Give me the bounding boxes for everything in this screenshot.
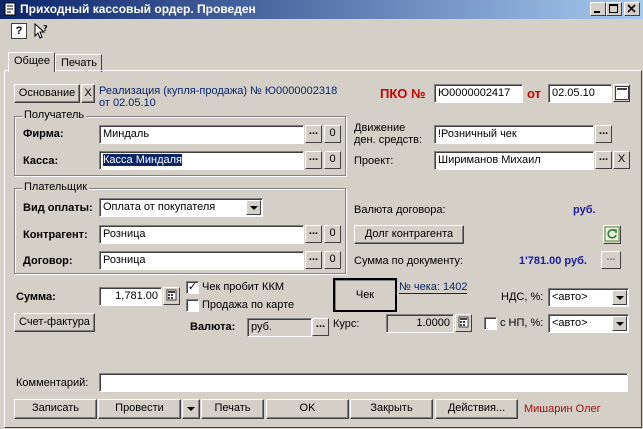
vat-label: НДС, %:	[501, 291, 544, 303]
check-kkm-label: Чек пробит ККМ	[202, 281, 285, 293]
date-label: от	[527, 86, 541, 101]
cash-open-button[interactable]: 0	[324, 151, 341, 169]
chevron-down-icon	[250, 206, 258, 210]
doc-sum-details-button[interactable]: ...	[601, 251, 621, 269]
cash-select-button[interactable]: ...	[305, 151, 322, 169]
contractor-debt-button[interactable]: Долг контрагента	[354, 225, 464, 244]
project-clear-button[interactable]: X	[613, 151, 630, 169]
refresh-button[interactable]	[603, 225, 621, 244]
save-button[interactable]: Записать	[14, 399, 97, 419]
np-dropdown-button[interactable]	[612, 316, 627, 331]
currency-select-button[interactable]: ...	[312, 318, 329, 336]
project-select-button[interactable]: ...	[595, 151, 612, 169]
contractor-open-button[interactable]: 0	[324, 225, 341, 243]
close-window-button[interactable]	[624, 2, 640, 16]
contractor-field[interactable]: Розница	[99, 225, 304, 244]
payment-type-select[interactable]: Оплата от покупателя	[99, 198, 263, 217]
basis-button[interactable]: Основание	[14, 84, 80, 103]
sum-label: Сумма:	[16, 291, 56, 303]
contract-label: Договор:	[23, 255, 73, 267]
doc-sum-value: 1'781.00 руб.	[519, 255, 587, 267]
pko-label: ПКО №	[380, 86, 426, 101]
post-menu-button[interactable]	[182, 399, 200, 419]
date-field[interactable]: 02.05.10	[548, 84, 612, 103]
contractor-select-button[interactable]: ...	[305, 225, 322, 243]
calculator-button[interactable]	[163, 287, 180, 305]
payment-type-label: Вид оплаты:	[23, 202, 93, 214]
movement-field[interactable]: !Розничный чек	[434, 125, 594, 144]
cash-label: Касса:	[23, 155, 59, 167]
np-label: с НП, %:	[500, 317, 544, 329]
doc-sum-label: Сумма по документу:	[354, 255, 464, 267]
rate-calculator-button[interactable]	[455, 314, 472, 332]
contract-currency-value: руб.	[573, 204, 596, 216]
currency-field[interactable]: руб.	[247, 318, 312, 337]
np-select[interactable]: <авто>	[548, 314, 629, 333]
cash-value-selected: Касса Миндаля	[103, 154, 182, 166]
close-button[interactable]: Закрыть	[350, 399, 433, 419]
document-icon	[3, 2, 17, 16]
post-button[interactable]: Провести	[98, 399, 181, 419]
vat-select[interactable]: <авто>	[548, 288, 629, 307]
project-label: Проект:	[354, 155, 394, 167]
vat-dropdown-button[interactable]	[612, 290, 627, 305]
svg-text:?: ?	[43, 24, 48, 33]
receipt-button[interactable]: Чек	[333, 278, 397, 312]
basis-clear-button[interactable]: X	[81, 84, 95, 103]
calculator-icon	[166, 289, 177, 301]
contract-field[interactable]: Розница	[99, 251, 304, 270]
currency-label: Валюта:	[190, 321, 236, 333]
window-title: Приходный кассовый ордер. Проведен	[20, 2, 256, 16]
movement-label-line2: ден. средств:	[354, 134, 423, 146]
rate-field[interactable]: 1.0000	[386, 314, 454, 333]
firm-open-button[interactable]: 0	[324, 125, 341, 143]
minimize-button[interactable]	[590, 2, 606, 16]
pko-number-field[interactable]: Ю0000002417	[434, 84, 523, 103]
chevron-down-icon	[616, 296, 624, 300]
maximize-button[interactable]	[606, 2, 622, 16]
comment-field[interactable]	[99, 373, 628, 392]
tab-general[interactable]: Общее	[8, 52, 55, 72]
movement-select-button[interactable]: ...	[595, 125, 612, 143]
chevron-down-icon	[187, 407, 195, 411]
calendar-icon	[615, 86, 629, 100]
calendar-button[interactable]	[613, 84, 630, 102]
sum-field[interactable]: 1,781.00	[99, 287, 162, 306]
print-button[interactable]: Печать	[201, 399, 264, 419]
contract-open-button[interactable]: 0	[324, 251, 341, 269]
firm-label: Фирма:	[23, 128, 64, 140]
comment-label: Комментарий:	[16, 377, 89, 389]
contractor-label: Контрагент:	[23, 229, 88, 241]
project-field[interactable]: Шириманов Михаил	[434, 151, 594, 170]
help-icon[interactable]: ?	[11, 23, 27, 39]
whats-this-pointer-icon[interactable]: ?	[33, 22, 49, 39]
movement-label-line1: Движение	[354, 122, 406, 134]
check-kkm-checkbox[interactable]: ✓	[186, 281, 199, 294]
calculator-icon	[458, 316, 469, 328]
np-checkbox[interactable]	[484, 317, 497, 330]
recipient-group-label: Получатель	[22, 109, 87, 121]
contract-currency-label: Валюта договора:	[354, 204, 446, 216]
author-name: Мишарин Олег	[524, 403, 601, 415]
payment-type-dropdown-button[interactable]	[246, 200, 261, 215]
firm-select-button[interactable]: ...	[305, 125, 322, 143]
firm-field[interactable]: Миндаль	[99, 125, 304, 144]
card-sale-checkbox[interactable]	[186, 299, 199, 312]
payer-group-label: Плательщик	[22, 181, 90, 193]
basis-link[interactable]: Реализация (купля-продажа) № Ю0000002318…	[99, 85, 347, 109]
contract-select-button[interactable]: ...	[305, 251, 322, 269]
ok-button[interactable]: OK	[266, 399, 349, 419]
title-bar: Приходный кассовый ордер. Проведен	[0, 0, 643, 19]
cash-field[interactable]: Касса Миндаля	[99, 151, 304, 170]
check-number-link[interactable]: № чека: 1402	[399, 281, 468, 294]
card-sale-label: Продажа по карте	[202, 299, 295, 311]
rate-label: Курс:	[333, 318, 360, 330]
invoice-button[interactable]: Счет-фактура	[14, 313, 95, 332]
actions-button[interactable]: Действия...	[435, 399, 518, 419]
chevron-down-icon	[616, 322, 624, 326]
refresh-icon	[604, 226, 620, 242]
